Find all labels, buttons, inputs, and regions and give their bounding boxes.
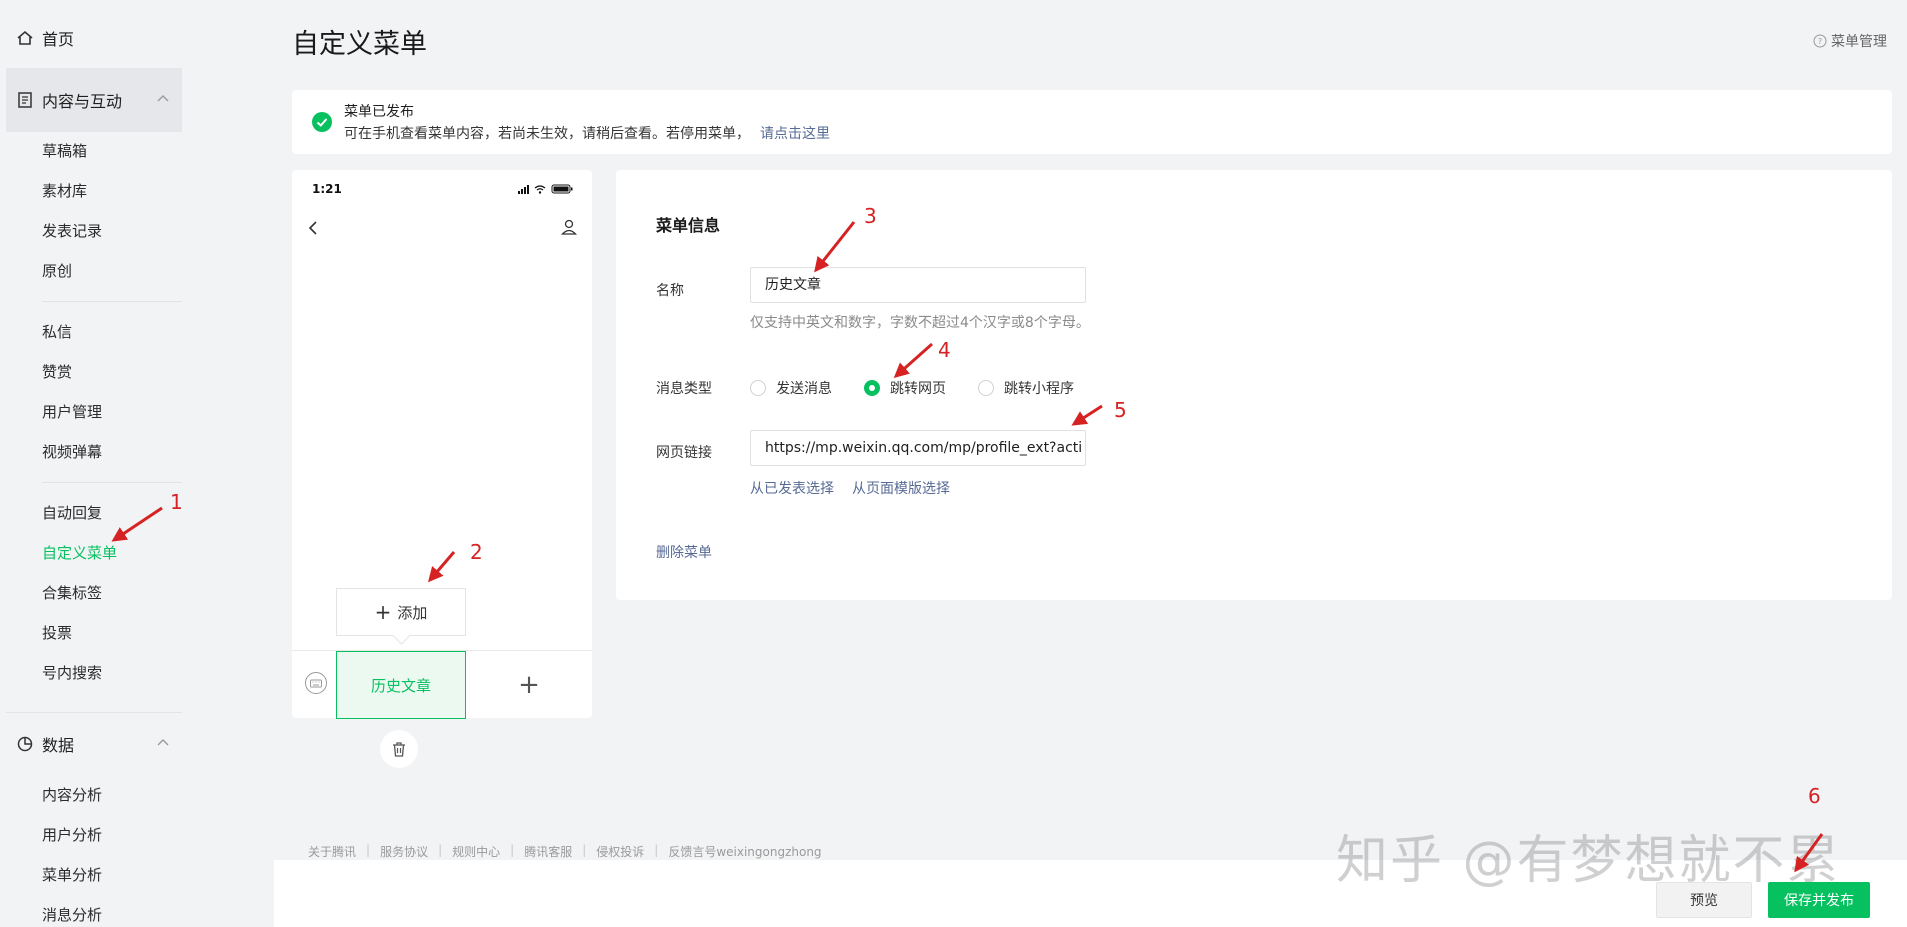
name-label: 名称	[656, 283, 684, 299]
radio-send-message[interactable]: 发送消息	[750, 378, 832, 398]
preview-button[interactable]: 预览	[1656, 882, 1752, 918]
check-circle-icon	[312, 112, 332, 132]
nav-group-data[interactable]: 数据	[6, 712, 182, 776]
sidebar-item-publish-records[interactable]: 发表记录	[42, 221, 102, 241]
sidebar-item-auto-reply[interactable]: 自动回复	[42, 503, 102, 523]
sidebar-item-drafts[interactable]: 草稿箱	[42, 141, 87, 161]
divider	[42, 482, 182, 483]
keyboard-icon[interactable]	[304, 671, 328, 695]
sidebar-item-original[interactable]: 原创	[42, 261, 72, 281]
annotation-number-4: 4	[938, 338, 951, 362]
sidebar-item-user-management[interactable]: 用户管理	[42, 402, 102, 422]
back-arrow-icon[interactable]	[306, 220, 320, 236]
sidebar-item-messages[interactable]: 私信	[42, 322, 72, 342]
document-icon	[16, 91, 34, 109]
menu-management-help-link[interactable]: ? 菜单管理	[1813, 31, 1887, 51]
footer-link[interactable]: 侵权投诉	[596, 843, 644, 860]
disable-menu-link[interactable]: 请点击这里	[760, 126, 830, 142]
nav-group-data-label: 数据	[42, 736, 75, 755]
add-menu-button[interactable]: +	[466, 651, 592, 719]
footer-link[interactable]: 反馈言号weixingongzhong	[668, 843, 821, 860]
sidebar-item-rewards[interactable]: 赞赏	[42, 362, 72, 382]
url-input[interactable]: https://mp.weixin.qq.com/mp/profile_ext?…	[750, 430, 1086, 466]
sidebar-item-user-analysis[interactable]: 用户分析	[42, 825, 102, 845]
sidebar-item-vote[interactable]: 投票	[42, 623, 72, 643]
menu-item-history[interactable]: 历史文章	[336, 651, 466, 719]
radio-jump-miniprogram-label: 跳转小程序	[1004, 381, 1074, 397]
radio-dot-selected	[864, 380, 880, 396]
sidebar-item-message-analysis[interactable]: 消息分析	[42, 905, 102, 925]
footer-links: 关于腾讯 | 服务协议 | 规则中心 | 腾讯客服 | 侵权投诉 | 反馈言号weixin…	[308, 843, 822, 860]
footer-link[interactable]: 关于腾讯	[308, 843, 356, 860]
home-icon	[16, 29, 34, 47]
sidebar-item-custom-menu[interactable]: 自定义菜单	[42, 543, 117, 563]
trash-icon	[393, 742, 405, 757]
nav-home-label: 首页	[42, 30, 75, 49]
watermark: 知乎 @有梦想就不累	[1336, 831, 1841, 891]
sidebar-item-video-danmaku[interactable]: 视频弹幕	[42, 442, 102, 462]
url-label: 网页链接	[656, 445, 712, 461]
footer-link[interactable]: 服务协议	[380, 843, 428, 860]
annotation-number-2: 2	[470, 540, 483, 564]
phone-preview: 1:21 + 添加 历史文章 +	[292, 170, 592, 719]
chart-pie-icon	[16, 735, 34, 753]
footer-link[interactable]: 腾讯客服	[524, 843, 572, 860]
select-from-published-link[interactable]: 从已发表选择	[750, 478, 834, 498]
sidebar-item-collection-tags[interactable]: 合集标签	[42, 583, 102, 603]
select-from-template-link[interactable]: 从页面模版选择	[852, 478, 950, 498]
notice-body: 可在手机查看菜单内容，若尚未生效，请稍后查看。若停用菜单，	[344, 126, 750, 142]
menu-name-input[interactable]: 历史文章	[750, 267, 1086, 303]
user-profile-icon[interactable]	[560, 218, 578, 236]
svg-text:?: ?	[1818, 37, 1822, 46]
save-and-publish-button[interactable]: 保存并发布	[1768, 882, 1870, 918]
add-submenu-label: 添加	[397, 603, 428, 622]
help-link-label: 菜单管理	[1831, 34, 1887, 50]
chevron-up-icon	[157, 739, 169, 746]
plus-icon: +	[374, 600, 392, 624]
phone-time: 1:21	[312, 182, 342, 196]
page-title: 自定义菜单	[292, 29, 427, 60]
nav-group-content-label: 内容与互动	[42, 92, 123, 111]
sidebar-item-materials[interactable]: 素材库	[42, 181, 87, 201]
help-circle-icon: ?	[1813, 34, 1827, 48]
sidebar: 首页 内容与互动 草稿箱 素材库 发表记录 原创 私信 赞赏 用户管理 视频弹幕…	[0, 0, 190, 927]
radio-dot	[978, 380, 994, 396]
radio-jump-webpage-label: 跳转网页	[890, 381, 946, 397]
sidebar-item-in-account-search[interactable]: 号内搜索	[42, 663, 102, 683]
menu-info-panel: 菜单信息 名称 历史文章 仅支持中英文和数字，字数不超过4个汉字或8个字母。 消…	[616, 170, 1892, 600]
notice-title: 菜单已发布	[344, 104, 414, 120]
annotation-number-1: 1	[170, 490, 183, 514]
status-bar-icons	[518, 184, 573, 194]
add-submenu-button[interactable]: + 添加	[336, 588, 466, 636]
radio-dot	[750, 380, 766, 396]
menu-info-title: 菜单信息	[656, 216, 721, 235]
annotation-number-3: 3	[864, 204, 877, 228]
nav-group-content[interactable]: 内容与互动	[6, 68, 182, 132]
nav-home[interactable]: 首页	[16, 26, 74, 50]
radio-jump-miniprogram[interactable]: 跳转小程序	[978, 378, 1074, 398]
chevron-up-icon	[157, 95, 169, 102]
publish-notice: 菜单已发布 可在手机查看菜单内容，若尚未生效，请稍后查看。若停用菜单， 请点击这里	[292, 90, 1892, 154]
radio-jump-webpage[interactable]: 跳转网页	[864, 378, 946, 398]
sidebar-item-content-analysis[interactable]: 内容分析	[42, 785, 102, 805]
delete-menu-button[interactable]	[380, 730, 418, 768]
annotation-number-6: 6	[1808, 784, 1821, 808]
phone-menu-bar: 历史文章 +	[292, 650, 592, 719]
delete-menu-link[interactable]: 删除菜单	[656, 542, 712, 562]
sidebar-item-menu-analysis[interactable]: 菜单分析	[42, 865, 102, 885]
footer-link[interactable]: 规则中心	[452, 843, 500, 860]
notice-text: 可在手机查看菜单内容，若尚未生效，请稍后查看。若停用菜单， 请点击这里	[344, 123, 830, 143]
annotation-number-5: 5	[1114, 398, 1127, 422]
message-type-label: 消息类型	[656, 381, 712, 397]
name-hint: 仅支持中英文和数字，字数不超过4个汉字或8个字母。	[750, 315, 1090, 331]
radio-send-message-label: 发送消息	[776, 381, 832, 397]
divider	[42, 301, 182, 302]
